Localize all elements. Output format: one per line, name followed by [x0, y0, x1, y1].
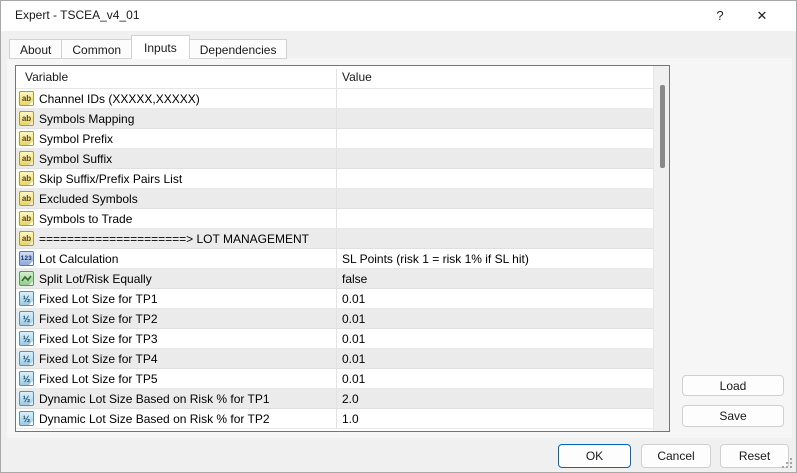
double-type-icon: ½	[19, 411, 34, 426]
variable-value[interactable]: SL Points (risk 1 = risk 1% if SL hit)	[342, 252, 529, 266]
string-type-icon: ab	[19, 171, 34, 186]
variable-value[interactable]: 2.0	[342, 392, 359, 406]
variable-name: Symbols Mapping	[39, 112, 134, 126]
ok-button[interactable]: OK	[558, 444, 631, 468]
table-row[interactable]: ab Channel IDs (XXXXX,XXXXX)	[16, 89, 653, 109]
table-row[interactable]: ½ Fixed Lot Size for TP5 0.01	[16, 369, 653, 389]
variable-value[interactable]: 0.01	[342, 372, 365, 386]
table-row[interactable]: ab =====================> LOT MANAGEMENT	[16, 229, 653, 249]
boolean-type-icon	[19, 271, 34, 286]
reset-button[interactable]: Reset	[720, 444, 789, 468]
tab-common[interactable]: Common	[61, 39, 132, 59]
double-type-icon: ½	[19, 311, 34, 326]
string-type-icon: ab	[19, 151, 34, 166]
table-row[interactable]: 123 Lot Calculation SL Points (risk 1 = …	[16, 249, 653, 269]
column-header-variable: Variable	[25, 70, 68, 84]
string-type-icon: ab	[19, 211, 34, 226]
scrollbar-thumb[interactable]	[660, 85, 665, 168]
expert-properties-dialog: Expert - TSCEA_v4_01 ? ✕ AboutCommonInpu…	[0, 0, 797, 473]
double-type-icon: ½	[19, 391, 34, 406]
variable-name: Symbols to Trade	[39, 212, 132, 226]
table-row[interactable]: ab Symbols to Trade	[16, 209, 653, 229]
table-row[interactable]: Split Lot/Risk Equally false	[16, 269, 653, 289]
variable-name: Skip Suffix/Prefix Pairs List	[39, 172, 182, 186]
save-button[interactable]: Save	[682, 405, 784, 427]
variable-value[interactable]: 1.0	[342, 412, 359, 426]
table-row[interactable]: ½ Fixed Lot Size for TP1 0.01	[16, 289, 653, 309]
double-type-icon: ½	[19, 351, 34, 366]
tab-inputs[interactable]: Inputs	[131, 35, 190, 59]
string-type-icon: ab	[19, 131, 34, 146]
tab-about[interactable]: About	[9, 39, 62, 59]
variable-name: Channel IDs (XXXXX,XXXXX)	[39, 92, 200, 106]
string-type-icon: ab	[19, 111, 34, 126]
table-row[interactable]: ab Symbol Prefix	[16, 129, 653, 149]
vertical-scrollbar[interactable]	[653, 66, 669, 431]
help-icon[interactable]: ?	[702, 1, 738, 31]
double-type-icon: ½	[19, 371, 34, 386]
table-row[interactable]: ½ Dynamic Lot Size Based on Risk % for T…	[16, 389, 653, 409]
variable-value[interactable]: false	[342, 272, 367, 286]
variable-name: Excluded Symbols	[39, 192, 138, 206]
variable-name: Fixed Lot Size for TP1	[39, 292, 158, 306]
table-row[interactable]: ½ Fixed Lot Size for TP2 0.01	[16, 309, 653, 329]
load-button[interactable]: Load	[682, 375, 784, 396]
titlebar: Expert - TSCEA_v4_01 ? ✕	[1, 1, 796, 31]
variable-name: Fixed Lot Size for TP2	[39, 312, 158, 326]
variable-name: Symbol Prefix	[39, 132, 113, 146]
cancel-button[interactable]: Cancel	[641, 444, 711, 468]
variable-value[interactable]: 0.01	[342, 312, 365, 326]
table-header: Variable Value	[16, 66, 653, 89]
inputs-table: Variable Value ab Channel IDs (XXXXX,XXX…	[15, 65, 670, 432]
close-icon[interactable]: ✕	[742, 1, 782, 31]
variable-name: Dynamic Lot Size Based on Risk % for TP2	[39, 412, 270, 426]
variable-name: Symbol Suffix	[39, 152, 112, 166]
variable-value[interactable]: 0.01	[342, 332, 365, 346]
table-row[interactable]: ab Symbol Suffix	[16, 149, 653, 169]
tab-dependencies[interactable]: Dependencies	[189, 39, 288, 59]
window-title: Expert - TSCEA_v4_01	[15, 8, 140, 22]
variable-name: Fixed Lot Size for TP5	[39, 372, 158, 386]
integer-type-icon: 123	[19, 251, 34, 266]
variable-value[interactable]: 0.01	[342, 352, 365, 366]
table-row[interactable]: ab Skip Suffix/Prefix Pairs List	[16, 169, 653, 189]
variable-name: Fixed Lot Size for TP4	[39, 352, 158, 366]
table-row[interactable]: ab Symbols Mapping	[16, 109, 653, 129]
double-type-icon: ½	[19, 331, 34, 346]
variable-name: Fixed Lot Size for TP3	[39, 332, 158, 346]
table-row[interactable]: ½ Dynamic Lot Size Based on Risk % for T…	[16, 409, 653, 429]
variable-name: Split Lot/Risk Equally	[39, 272, 152, 286]
variable-name: Lot Calculation	[39, 252, 118, 266]
string-type-icon: ab	[19, 191, 34, 206]
string-type-icon: ab	[19, 91, 34, 106]
variable-name: =====================> LOT MANAGEMENT	[39, 232, 309, 246]
table-row[interactable]: ½ Fixed Lot Size for TP4 0.01	[16, 349, 653, 369]
variable-name: Dynamic Lot Size Based on Risk % for TP1	[39, 392, 270, 406]
table-row[interactable]: ab Excluded Symbols	[16, 189, 653, 209]
table-row[interactable]: ½ Fixed Lot Size for TP3 0.01	[16, 329, 653, 349]
column-header-value: Value	[342, 70, 372, 84]
double-type-icon: ½	[19, 291, 34, 306]
variable-value[interactable]: 0.01	[342, 292, 365, 306]
resize-grip-icon[interactable]	[782, 458, 792, 468]
string-type-icon: ab	[19, 231, 34, 246]
tab-strip: AboutCommonInputsDependencies	[9, 35, 287, 59]
table-rows: ab Channel IDs (XXXXX,XXXXX) ab Symbols …	[16, 89, 653, 431]
